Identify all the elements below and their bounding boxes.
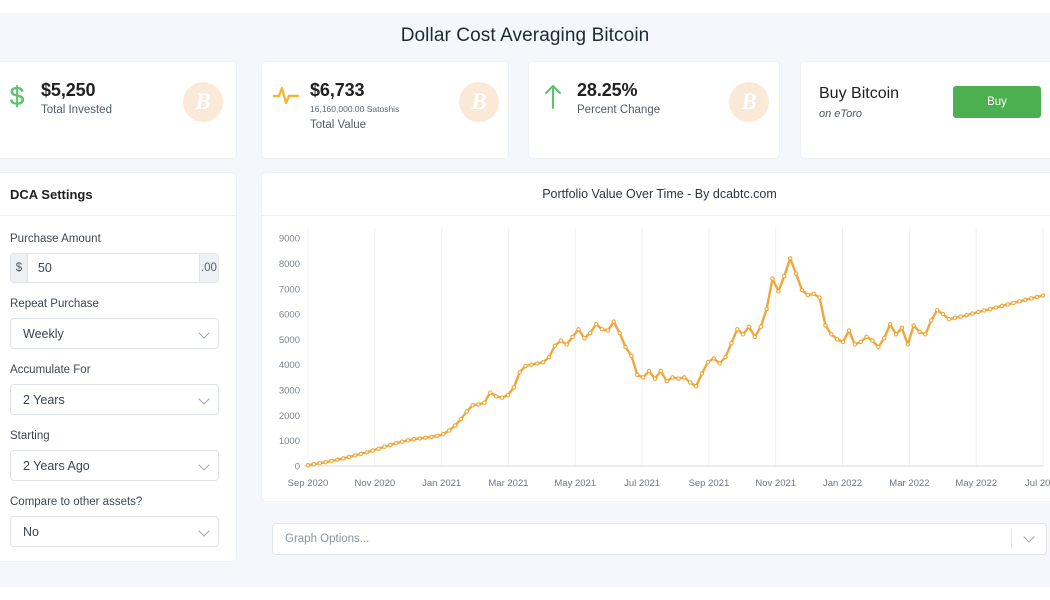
currency-prefix: $ <box>11 254 28 282</box>
stat-card-percent-change: 28.25% Percent Change B <box>528 61 780 159</box>
svg-text:Jul 2022: Jul 2022 <box>1025 478 1050 489</box>
svg-text:Jan 2021: Jan 2021 <box>422 478 461 489</box>
stat-label: Percent Change <box>577 102 660 119</box>
accumulate-for-label: Accumulate For <box>10 362 219 379</box>
app-page: Dollar Cost Averaging Bitcoin $ $5,250 T… <box>0 0 1050 600</box>
svg-text:Jul 2021: Jul 2021 <box>624 478 660 489</box>
svg-text:Jan 2022: Jan 2022 <box>823 478 862 489</box>
buy-bitcoin-card: Buy Bitcoin on eToro Buy <box>800 61 1050 159</box>
page-title-bar: Dollar Cost Averaging Bitcoin <box>0 13 1050 59</box>
chart-plot-area: 0 1000 2000 3000 4000 5000 6000 7000 8000 9000 Sep… <box>262 216 1050 502</box>
stat-value: $6,733 <box>310 79 399 101</box>
portfolio-line-chart: 0 1000 2000 3000 4000 5000 6000 7000 8000 9000 Sep… <box>262 216 1050 502</box>
svg-text:Nov 2020: Nov 2020 <box>354 478 395 489</box>
dca-settings-header: DCA Settings <box>0 173 236 216</box>
svg-text:9000: 9000 <box>279 234 300 245</box>
dca-settings-title: DCA Settings <box>10 187 93 202</box>
stat-card-total-invested: $ $5,250 Total Invested B <box>0 61 237 159</box>
svg-text:2000: 2000 <box>279 411 300 422</box>
repeat-purchase-value: Weekly <box>23 327 64 341</box>
svg-text:1000: 1000 <box>279 436 300 447</box>
chart-title: Portfolio Value Over Time - By dcabtc.co… <box>542 187 777 201</box>
buy-card-subtitle: on eToro <box>819 106 899 123</box>
svg-text:Mar 2021: Mar 2021 <box>488 478 528 489</box>
svg-text:7000: 7000 <box>279 284 300 295</box>
svg-text:Nov 2021: Nov 2021 <box>755 478 796 489</box>
svg-text:Mar 2022: Mar 2022 <box>889 478 929 489</box>
stat-label: Total Value <box>310 117 399 134</box>
svg-text:May 2022: May 2022 <box>955 478 997 489</box>
stat-value: $5,250 <box>41 79 112 101</box>
svg-text:Sep 2020: Sep 2020 <box>288 478 329 489</box>
svg-text:8000: 8000 <box>279 259 300 270</box>
starting-label: Starting <box>10 428 219 445</box>
dollar-sign-icon: $ <box>0 79 41 111</box>
stat-label: Total Invested <box>41 102 112 119</box>
chevron-down-icon <box>198 393 209 404</box>
stat-value: 28.25% <box>577 79 660 101</box>
stat-subvalue: 16,160,000.00 Satoshis <box>310 102 399 116</box>
cents-suffix: .00 <box>199 254 218 282</box>
bitcoin-logo-watermark: B <box>459 82 499 122</box>
field-accumulate-for: Accumulate For 2 Years <box>10 362 219 415</box>
bitcoin-logo-watermark: B <box>183 82 223 122</box>
stat-card-total-value: $6,733 16,160,000.00 Satoshis Total Valu… <box>261 61 509 159</box>
stat-cards-row: $ $5,250 Total Invested B $6,733 <box>0 61 1050 159</box>
repeat-purchase-label: Repeat Purchase <box>10 296 219 313</box>
graph-options-chevron[interactable] <box>1012 537 1046 541</box>
page-title: Dollar Cost Averaging Bitcoin <box>401 25 650 47</box>
starting-value: 2 Years Ago <box>23 459 90 473</box>
accumulate-for-value: 2 Years <box>23 393 65 407</box>
svg-text:$: $ <box>10 81 25 111</box>
svg-text:6000: 6000 <box>279 310 300 321</box>
field-starting: Starting 2 Years Ago <box>10 428 219 481</box>
field-compare-assets: Compare to other assets? No <box>10 494 219 547</box>
chevron-down-icon <box>198 525 209 536</box>
dca-settings-panel: DCA Settings Purchase Amount $ .00 Repea… <box>0 172 237 562</box>
chevron-down-icon <box>198 459 209 470</box>
field-purchase-amount: Purchase Amount $ .00 <box>10 231 219 283</box>
graph-options-placeholder: Graph Options... <box>273 533 1011 545</box>
svg-text:4000: 4000 <box>279 360 300 371</box>
compare-assets-value: No <box>23 525 39 539</box>
accumulate-for-select[interactable]: 2 Years <box>10 384 219 415</box>
chevron-down-icon <box>1023 531 1034 542</box>
graph-options-select[interactable]: Graph Options... <box>272 523 1047 555</box>
compare-assets-select[interactable]: No <box>10 516 219 547</box>
arrow-up-icon <box>529 79 577 111</box>
starting-select[interactable]: 2 Years Ago <box>10 450 219 481</box>
buy-card-title: Buy Bitcoin <box>819 83 899 104</box>
portfolio-chart-panel: Portfolio Value Over Time - By dcabtc.co… <box>261 172 1050 502</box>
svg-text:May 2021: May 2021 <box>554 478 596 489</box>
chart-header: Portfolio Value Over Time - By dcabtc.co… <box>262 173 1050 216</box>
repeat-purchase-select[interactable]: Weekly <box>10 318 219 349</box>
svg-text:5000: 5000 <box>279 335 300 346</box>
purchase-amount-input-group: $ .00 <box>10 253 219 283</box>
buy-button[interactable]: Buy <box>953 86 1041 118</box>
svg-text:0: 0 <box>295 462 300 473</box>
purchase-amount-label: Purchase Amount <box>10 231 219 248</box>
bitcoin-logo-watermark: B <box>729 82 769 122</box>
svg-text:Sep 2021: Sep 2021 <box>689 478 730 489</box>
svg-text:3000: 3000 <box>279 386 300 397</box>
pulse-activity-icon <box>262 79 310 109</box>
field-repeat-purchase: Repeat Purchase Weekly <box>10 296 219 349</box>
compare-assets-label: Compare to other assets? <box>10 494 219 511</box>
chevron-down-icon <box>198 327 209 338</box>
purchase-amount-input[interactable] <box>28 254 199 282</box>
